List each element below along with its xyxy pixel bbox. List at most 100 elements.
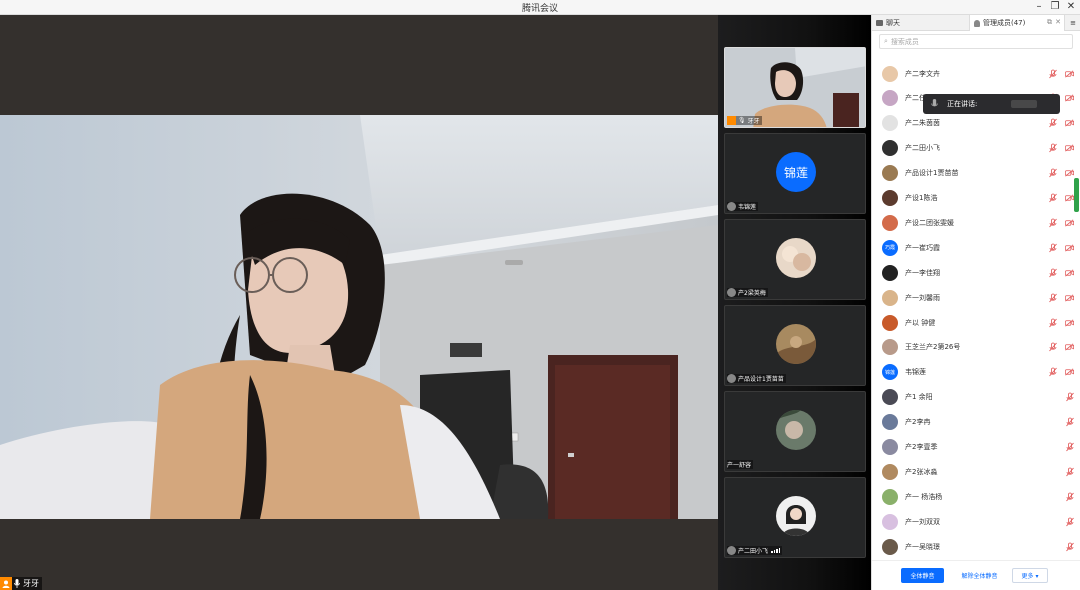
participant-tile[interactable]: 🎙 牙牙 [724,47,866,128]
muted-microphone-icon[interactable] [1048,367,1058,377]
camera-off-icon[interactable] [1065,269,1074,277]
member-row[interactable]: 产一刘馨雨 [872,285,1080,310]
muted-microphone-icon[interactable] [1048,218,1058,228]
camera-off-icon[interactable] [1065,119,1074,127]
member-avatar [882,538,898,555]
member-avatar [882,289,898,306]
camera-off-icon[interactable] [1065,319,1074,327]
member-row[interactable]: 巧霞 产一崔巧霞 [872,235,1080,260]
muted-microphone-icon[interactable] [1065,467,1075,477]
microphone-icon [12,577,22,590]
tab-members[interactable]: 管理成员(47) ⧉ ✕ [969,15,1065,31]
member-row[interactable]: 产2张冰淼 [872,459,1080,484]
participant-tile[interactable]: 产一舒容 [724,391,866,472]
member-name: 产一李佳翔 [905,268,940,277]
muted-microphone-icon[interactable] [1065,492,1075,502]
member-row[interactable]: 产2李冉 [872,410,1080,435]
user-icon [727,116,736,125]
more-button[interactable]: 更多 ▾ [1012,568,1048,583]
popout-icon[interactable]: ⧉ [1047,18,1052,27]
member-avatar [882,140,898,157]
search-placeholder: 搜索成员 [890,37,919,46]
member-row[interactable]: 产一吴晓璟 [872,534,1080,559]
search-icon: ⌕ [884,37,888,45]
member-row[interactable]: 锦莲 韦锦莲 [872,360,1080,385]
muted-microphone-icon[interactable] [1048,243,1058,253]
muted-microphone-icon[interactable] [1048,193,1058,203]
unmute-all-button[interactable]: 解除全体静音 [952,568,1007,583]
tab-members-label: 管理成员(47) [983,19,1026,27]
muted-microphone-icon[interactable] [1048,118,1058,128]
member-row[interactable]: 产以 钟健 [872,310,1080,335]
member-row[interactable]: 产一 杨浩杨 [872,484,1080,509]
member-row[interactable]: 产1 余阳 [872,385,1080,410]
muted-microphone-icon[interactable] [1065,542,1075,552]
member-row[interactable]: 王芝兰产2第26号 [872,335,1080,360]
muted-microphone-icon[interactable] [1048,318,1058,328]
member-panel: 聊天 管理成员(47) ⧉ ✕ ≡ ⌕ 搜索成员 产二李文卉 产二任 产二朱茵茵 产二… [871,15,1080,590]
camera-off-icon[interactable] [1065,94,1074,102]
member-row[interactable]: 产2李壹季 [872,435,1080,460]
camera-off-icon[interactable] [1065,144,1074,152]
member-avatar [882,190,898,206]
member-name: 产二田小飞 [905,144,940,153]
muted-microphone-icon[interactable] [1065,392,1075,402]
muted-microphone-icon[interactable] [1048,69,1058,79]
camera-off-icon[interactable] [1065,343,1074,351]
member-row[interactable]: 产设二团张雯媛 [872,210,1080,235]
member-row[interactable]: 产设1陈浩 [872,186,1080,211]
window-title: 腾讯会议 [521,4,558,14]
title-bar: 腾讯会议 – ❐ ✕ [0,0,1080,15]
tile-label: 产二田小飞 [727,546,783,555]
member-search-input[interactable]: ⌕ 搜索成员 [879,34,1073,49]
user-icon [0,577,12,590]
main-speaker-name: 牙牙 [23,579,39,588]
main-video[interactable] [0,115,718,519]
member-row[interactable]: 产一刘双双 [872,509,1080,534]
tab-chat[interactable]: 聊天 [872,15,969,31]
participant-tile[interactable]: 产品设计1贾苗苗 [724,305,866,386]
speaking-label: 正在讲话: [947,100,978,108]
tile-label: 产2梁英梅 [727,288,768,297]
muted-microphone-icon[interactable] [1065,417,1075,427]
camera-off-icon[interactable] [1065,294,1074,302]
member-avatar [882,214,898,231]
member-row[interactable]: 产二田小飞 [872,136,1080,161]
member-avatar: 锦莲 [882,364,898,381]
muted-microphone-icon[interactable] [1048,342,1058,352]
member-row[interactable]: 产二朱茵茵 [872,111,1080,136]
member-row[interactable]: 产品设计1贾苗苗 [872,161,1080,186]
participant-text-avatar: 锦莲 [776,152,816,192]
camera-off-icon[interactable] [1065,169,1074,177]
member-avatar [882,314,898,331]
member-row[interactable]: 产一李佳翔 [872,260,1080,285]
muted-microphone-icon[interactable] [1065,517,1075,527]
camera-off-icon[interactable] [1065,244,1074,252]
participant-tile[interactable]: 产2梁英梅 [724,219,866,300]
member-name: 产2张冰淼 [905,467,938,476]
member-list-scrollbar[interactable] [1074,178,1079,212]
member-avatar [882,414,898,431]
participant-tile[interactable]: 锦莲 韦锦莲 [724,133,866,214]
muted-microphone-icon[interactable] [1048,293,1058,303]
signal-strength-icon [771,548,781,553]
close-button[interactable]: ✕ [1062,0,1080,15]
muted-microphone-icon[interactable] [1048,143,1058,153]
participant-tile[interactable]: 产二田小飞 [724,477,866,558]
member-avatar [882,90,898,107]
panel-tabs: 聊天 管理成员(47) ⧉ ✕ ≡ [872,15,1080,31]
member-name: 产设1陈浩 [905,194,938,202]
member-row[interactable]: 产二李文卉 [872,61,1080,86]
main-video-frame [0,115,718,519]
camera-off-icon[interactable] [1065,194,1074,202]
member-name: 产一刘馨雨 [905,293,940,302]
mute-all-button[interactable]: 全体静音 [901,568,944,583]
camera-off-icon[interactable] [1065,70,1074,78]
camera-off-icon[interactable] [1065,219,1074,227]
close-tab-icon[interactable]: ✕ [1055,18,1061,26]
camera-off-icon[interactable] [1065,368,1074,376]
muted-microphone-icon[interactable] [1048,168,1058,178]
muted-microphone-icon[interactable] [1048,268,1058,278]
muted-microphone-icon[interactable] [1065,442,1075,452]
panel-menu-icon[interactable]: ≡ [1065,15,1080,31]
